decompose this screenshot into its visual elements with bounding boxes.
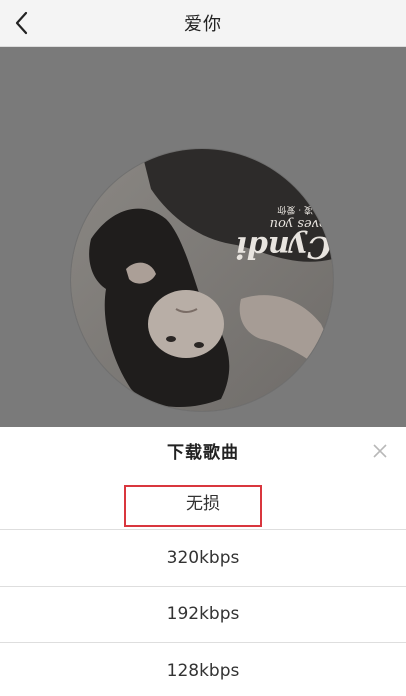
option-320kbps[interactable]: 320kbps	[0, 530, 406, 587]
album-cover-text: Cyndi loves you 王心凌 · 爱你	[191, 171, 332, 264]
option-128kbps[interactable]: 128kbps	[0, 643, 406, 696]
player-background-overlay[interactable]: Cyndi loves you 王心凌 · 爱你	[0, 47, 406, 427]
option-label: 无损	[186, 494, 220, 514]
album-cover-title: Cyndi	[235, 229, 332, 264]
album-cover-artist: 王心凌 · 爱你	[277, 204, 331, 214]
option-192kbps[interactable]: 192kbps	[0, 587, 406, 643]
app-screen: 爱你 Cyndi loves you 王心凌 · 爱你 下载歌曲 无损 320k…	[0, 0, 406, 696]
back-button[interactable]	[6, 7, 38, 39]
option-label: 320kbps	[166, 547, 240, 568]
download-song-sheet: 下载歌曲 无损 320kbps 192kbps 128kbps	[0, 427, 406, 696]
album-cover: Cyndi loves you 王心凌 · 爱你	[71, 149, 333, 411]
option-lossless[interactable]: 无损	[0, 474, 406, 530]
page-title: 爱你	[184, 14, 222, 35]
close-icon	[373, 444, 387, 458]
option-label: 128kbps	[166, 661, 240, 682]
option-label: 192kbps	[166, 604, 240, 625]
sheet-title: 下载歌曲	[167, 443, 239, 463]
sheet-header: 下载歌曲	[0, 427, 406, 474]
quality-options-list: 无损 320kbps 192kbps 128kbps	[0, 474, 406, 696]
close-button[interactable]	[370, 441, 390, 461]
top-nav-bar: 爱你	[0, 0, 406, 47]
chevron-left-icon	[15, 11, 28, 35]
